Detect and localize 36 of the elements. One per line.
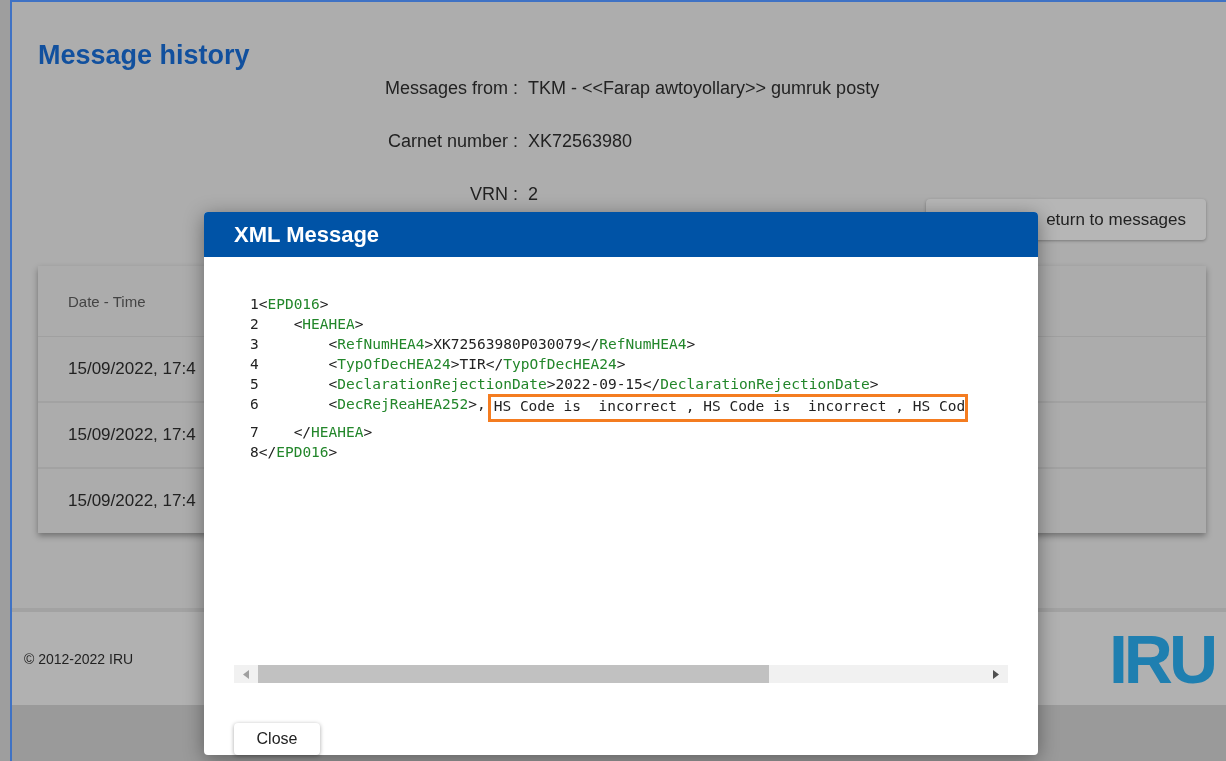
code-line: </HEAHEA> [293,423,373,443]
horizontal-scrollbar[interactable] [234,665,1008,684]
highlighted-error-text: HS Code is incorrect , HS Code is incorrect , HS Cod [487,394,969,423]
field-label: Messages from : [383,78,518,98]
field-value: 2 [528,184,539,204]
page-title: Message history [38,40,251,70]
scroll-left-icon[interactable] [243,669,249,679]
code-line: <EPD016> [258,295,329,315]
close-button[interactable]: Close [234,723,320,755]
scroll-right-icon[interactable] [993,669,999,679]
column-header: Date - Time [68,292,146,310]
line-number: 1 [250,295,259,315]
code-line: </EPD016> [258,443,338,463]
line-number: 8 [250,443,259,463]
field-value: TKM - <<Farap awtoyollary>> gumruk posty [528,78,881,98]
scrollbar-thumb[interactable] [258,665,769,684]
code-line: <HEAHEA> [293,315,364,335]
code-line: <DecRejReaHEA252>, [328,395,486,415]
date-time-cell: 15/09/2022, 17:4 [68,359,196,379]
line-number: 3 [250,335,259,355]
line-number: 6 [250,395,259,415]
line-number: 7 [250,423,259,443]
line-number: 4 [250,355,259,375]
dialog-title: XML Message [234,221,380,248]
line-number: 2 [250,315,259,335]
line-number: 5 [250,375,259,395]
code-line: <TypOfDecHEA24>TIR</TypOfDecHEA24> [328,355,626,375]
field-label: VRN : [469,184,518,204]
logo: IRU [1108,626,1214,691]
copyright-text: © 2012-2022 IRU [24,650,134,667]
field-value: XK72563980 [528,131,634,151]
code-line: <RefNumHEA4>XK72563980P030079</RefNumHEA4> [328,335,696,355]
field-label: Carnet number : [386,131,518,151]
date-time-cell: 15/09/2022, 17:4 [68,425,196,445]
date-time-cell: 15/09/2022, 17:4 [68,491,196,511]
code-line: <DeclarationRejectionDate>2022-09-15</DeclarationRejectionDate> [328,375,879,395]
